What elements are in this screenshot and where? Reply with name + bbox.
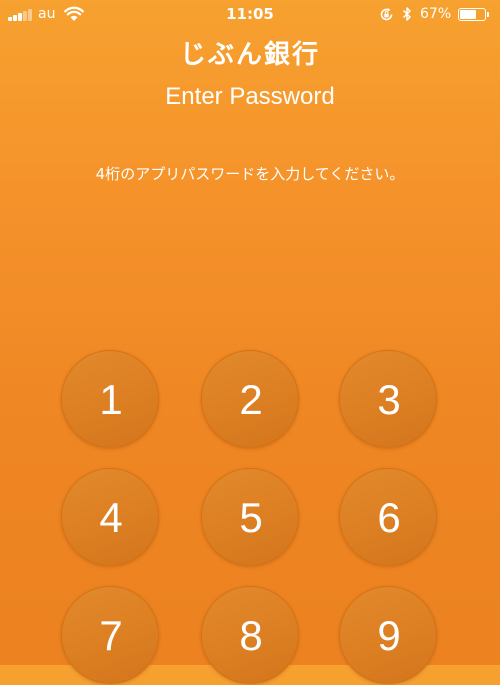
key-digit: 8 <box>239 612 263 659</box>
keypad-key-1[interactable]: 1 <box>61 350 159 448</box>
numeric-keypad: 1 2 3 4 5 6 7 8 9 <box>0 0 500 684</box>
keypad-key-8[interactable]: 8 <box>201 586 299 684</box>
key-digit: 2 <box>239 376 263 423</box>
keypad-key-2[interactable]: 2 <box>201 350 299 448</box>
key-digit: 1 <box>99 376 123 423</box>
key-digit: 5 <box>239 494 263 541</box>
key-digit: 7 <box>99 612 123 659</box>
key-digit: 3 <box>377 376 401 423</box>
key-digit: 9 <box>377 612 401 659</box>
key-digit: 6 <box>377 494 401 541</box>
keypad-key-6[interactable]: 6 <box>339 468 437 566</box>
keypad-key-5[interactable]: 5 <box>201 468 299 566</box>
keypad-key-9[interactable]: 9 <box>339 586 437 684</box>
key-digit: 4 <box>99 494 123 541</box>
keypad-key-7[interactable]: 7 <box>61 586 159 684</box>
keypad-key-4[interactable]: 4 <box>61 468 159 566</box>
keypad-key-3[interactable]: 3 <box>339 350 437 448</box>
